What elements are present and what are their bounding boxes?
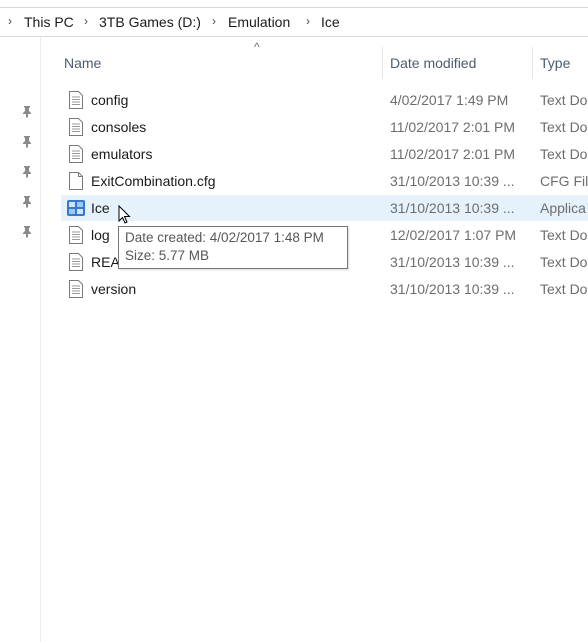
text-document-icon <box>69 91 83 109</box>
file-row-consoles[interactable]: consoles 11/02/2017 2:01 PM Text Doc <box>61 114 588 140</box>
pin-icon[interactable] <box>20 134 34 148</box>
file-date: 31/10/2013 10:39 ... <box>390 173 515 189</box>
column-header-name[interactable]: Name <box>64 54 101 72</box>
mouse-cursor-icon <box>118 205 131 224</box>
breadcrumb-this-pc[interactable]: This PC <box>24 13 74 31</box>
chevron-right-icon[interactable]: › <box>84 14 88 28</box>
file-type: Text Doc <box>540 254 588 270</box>
breadcrumb-drive[interactable]: 3TB Games (D:) <box>99 13 201 31</box>
pin-icon[interactable] <box>20 194 34 208</box>
chevron-right-icon[interactable]: › <box>8 14 12 28</box>
file-info-tooltip: Date created: 4/02/2017 1:48 PM Size: 5.… <box>118 226 348 269</box>
file-name: consoles <box>91 119 147 135</box>
text-document-icon <box>69 145 83 163</box>
text-document-icon <box>69 118 83 136</box>
file-row-version[interactable]: version 31/10/2013 10:39 ... Text Doc <box>61 276 588 302</box>
column-divider[interactable] <box>382 47 383 79</box>
file-type: Text Doc <box>540 281 588 297</box>
file-name: Ice <box>91 200 110 216</box>
file-date: 31/10/2013 10:39 ... <box>390 254 515 270</box>
sort-ascending-icon: ^ <box>254 40 260 54</box>
file-name: version <box>91 281 137 297</box>
breadcrumb-ice[interactable]: Ice <box>321 13 340 31</box>
file-name: config <box>91 92 129 108</box>
text-document-icon <box>69 226 83 244</box>
file-date: 31/10/2013 10:39 ... <box>390 200 515 216</box>
tooltip-size: Size: 5.77 MB <box>125 248 210 263</box>
pin-icon[interactable] <box>20 224 34 238</box>
file-type: Text Doc <box>540 92 588 108</box>
application-icon <box>67 200 85 216</box>
cfg-file-icon <box>69 172 83 190</box>
column-header-type[interactable]: Type <box>540 54 570 72</box>
file-row-emulators[interactable]: emulators 11/02/2017 2:01 PM Text Doc <box>61 141 588 167</box>
file-date: 11/02/2017 2:01 PM <box>390 119 516 135</box>
file-row-config[interactable]: config 4/02/2017 1:49 PM Text Doc <box>61 87 588 113</box>
file-row-ice[interactable]: Ice 31/10/2013 10:39 ... Applica <box>61 195 588 221</box>
breadcrumb-emulation[interactable]: Emulation <box>228 13 290 31</box>
file-date: 11/02/2017 2:01 PM <box>390 146 516 162</box>
file-name: REA <box>91 254 120 270</box>
text-document-icon <box>69 253 83 271</box>
pin-icon[interactable] <box>20 104 34 118</box>
file-name: ExitCombination.cfg <box>91 173 216 189</box>
pin-icon[interactable] <box>20 164 34 178</box>
file-type: Applica <box>540 200 586 216</box>
column-header-bar: ^ Name Date modified Type <box>41 37 588 89</box>
file-name: emulators <box>91 146 153 162</box>
navigation-pane <box>0 37 41 642</box>
file-date: 4/02/2017 1:49 PM <box>390 92 509 108</box>
title-bar-edge <box>0 0 588 8</box>
file-date: 31/10/2013 10:39 ... <box>390 281 515 297</box>
chevron-right-icon[interactable]: › <box>212 14 216 28</box>
tooltip-date-created: Date created: 4/02/2017 1:48 PM <box>125 230 324 245</box>
file-type: Text Doc <box>540 146 588 162</box>
file-date: 12/02/2017 1:07 PM <box>390 227 517 243</box>
address-bar[interactable] <box>0 8 588 37</box>
text-document-icon <box>69 280 83 298</box>
column-header-date-modified[interactable]: Date modified <box>390 54 476 72</box>
file-name: log <box>91 227 110 243</box>
file-type: Text Doc <box>540 227 588 243</box>
file-row-exitcombination[interactable]: ExitCombination.cfg 31/10/2013 10:39 ...… <box>61 168 588 194</box>
column-divider[interactable] <box>532 47 533 79</box>
file-type: CFG File <box>540 173 588 189</box>
file-type: Text Doc <box>540 119 588 135</box>
chevron-right-icon[interactable]: › <box>306 14 310 28</box>
